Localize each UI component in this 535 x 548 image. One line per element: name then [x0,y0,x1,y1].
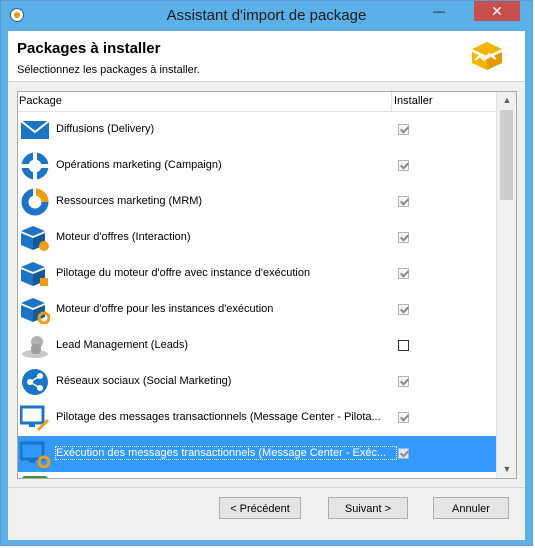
package-row-message-center-execution[interactable]: Exécution des messages transactionnels (… [18,436,496,472]
message-center-execution-icon [19,440,51,469]
wizard-content: Packages à installer Sélectionnez les pa… [8,31,525,540]
package-row-leads[interactable]: Lead Management (Leads) [18,328,496,364]
campaign-ring-icon [20,152,50,180]
footer-divider [8,487,525,488]
package-row-message-center-control[interactable]: Pilotage des messages transactionnels (M… [18,400,496,436]
package-row-offer-control[interactable]: Pilotage du moteur d'offre avec instance… [18,256,496,292]
offer-engine-execution-icon [20,296,51,325]
scroll-up-icon[interactable]: ▲ [497,92,516,109]
package-label: Moteur d'offres (Interaction) [56,231,191,243]
message-center-control-icon [19,404,50,432]
next-button[interactable]: Suivant > [328,497,408,519]
vertical-scrollbar[interactable]: ▲ ▼ [496,92,516,478]
mrm-ring-icon [20,188,50,216]
install-checkbox[interactable] [398,160,409,171]
package-label: Ressources marketing (MRM) [56,195,203,207]
package-row-campaign[interactable]: Opérations marketing (Campaign) [18,148,496,184]
package-row-offer-execution[interactable]: Moteur d'offre pour les instances d'exéc… [18,292,496,328]
package-row-interaction[interactable]: Moteur d'offres (Interaction) [18,220,496,256]
envelope-icon [20,116,50,144]
import-wizard-window: Assistant d'import de package — ✕ Packag… [0,0,533,546]
offer-engine-control-icon [20,260,50,288]
leads-icon [20,332,50,360]
package-row-delivery[interactable]: Diffusions (Delivery) [18,112,496,148]
package-label: Opérations marketing (Campaign) [56,159,222,171]
install-checkbox[interactable] [398,376,409,387]
scroll-thumb[interactable] [500,110,513,200]
close-button[interactable]: ✕ [474,1,520,21]
cancel-button[interactable]: Annuler [433,497,509,519]
install-checkbox[interactable] [398,448,409,459]
package-logo-icon [469,40,505,77]
previous-button[interactable]: < Précédent [219,497,301,519]
scroll-down-icon[interactable]: ▼ [497,461,516,478]
install-checkbox[interactable] [398,232,409,243]
page-title: Packages à installer [17,40,161,57]
package-label: Exécution des messages transactionnels (… [55,446,397,460]
minimize-button[interactable]: — [426,1,452,21]
package-icon [20,476,50,478]
package-label: Moteur d'offre pour les instances d'exéc… [56,303,274,315]
social-share-icon [20,368,50,396]
package-label: Pilotage des messages transactionnels (M… [56,411,381,423]
column-separator [391,92,392,111]
install-checkbox[interactable] [398,340,409,351]
column-installer-header[interactable]: Installer [394,95,433,107]
package-label: Diffusions (Delivery) [56,123,155,135]
package-label: Pilotage du moteur d'offre avec instance… [56,267,311,279]
page-subtitle: Sélectionnez les packages à installer. [17,64,200,76]
install-checkbox[interactable] [398,412,409,423]
install-checkbox[interactable] [398,268,409,279]
package-row-partial[interactable] [18,472,496,478]
install-checkbox[interactable] [398,196,409,207]
column-package-header[interactable]: Package [19,95,62,107]
package-row-mrm[interactable]: Ressources marketing (MRM) [18,184,496,220]
package-label: Lead Management (Leads) [56,339,189,351]
wizard-header: Packages à installer Sélectionnez les pa… [8,31,525,82]
window-title: Assistant d'import de package [166,7,367,24]
title-bar[interactable]: Assistant d'import de package — ✕ [1,1,532,31]
offer-engine-icon [20,224,50,252]
package-label: Réseaux sociaux (Social Marketing) [56,375,232,387]
install-checkbox[interactable] [398,124,409,135]
list-header: Package Installer [18,92,496,112]
package-list: Package Installer Diffusions (Delivery) … [17,91,517,479]
package-row-social[interactable]: Réseaux sociaux (Social Marketing) [18,364,496,400]
install-checkbox[interactable] [398,304,409,315]
